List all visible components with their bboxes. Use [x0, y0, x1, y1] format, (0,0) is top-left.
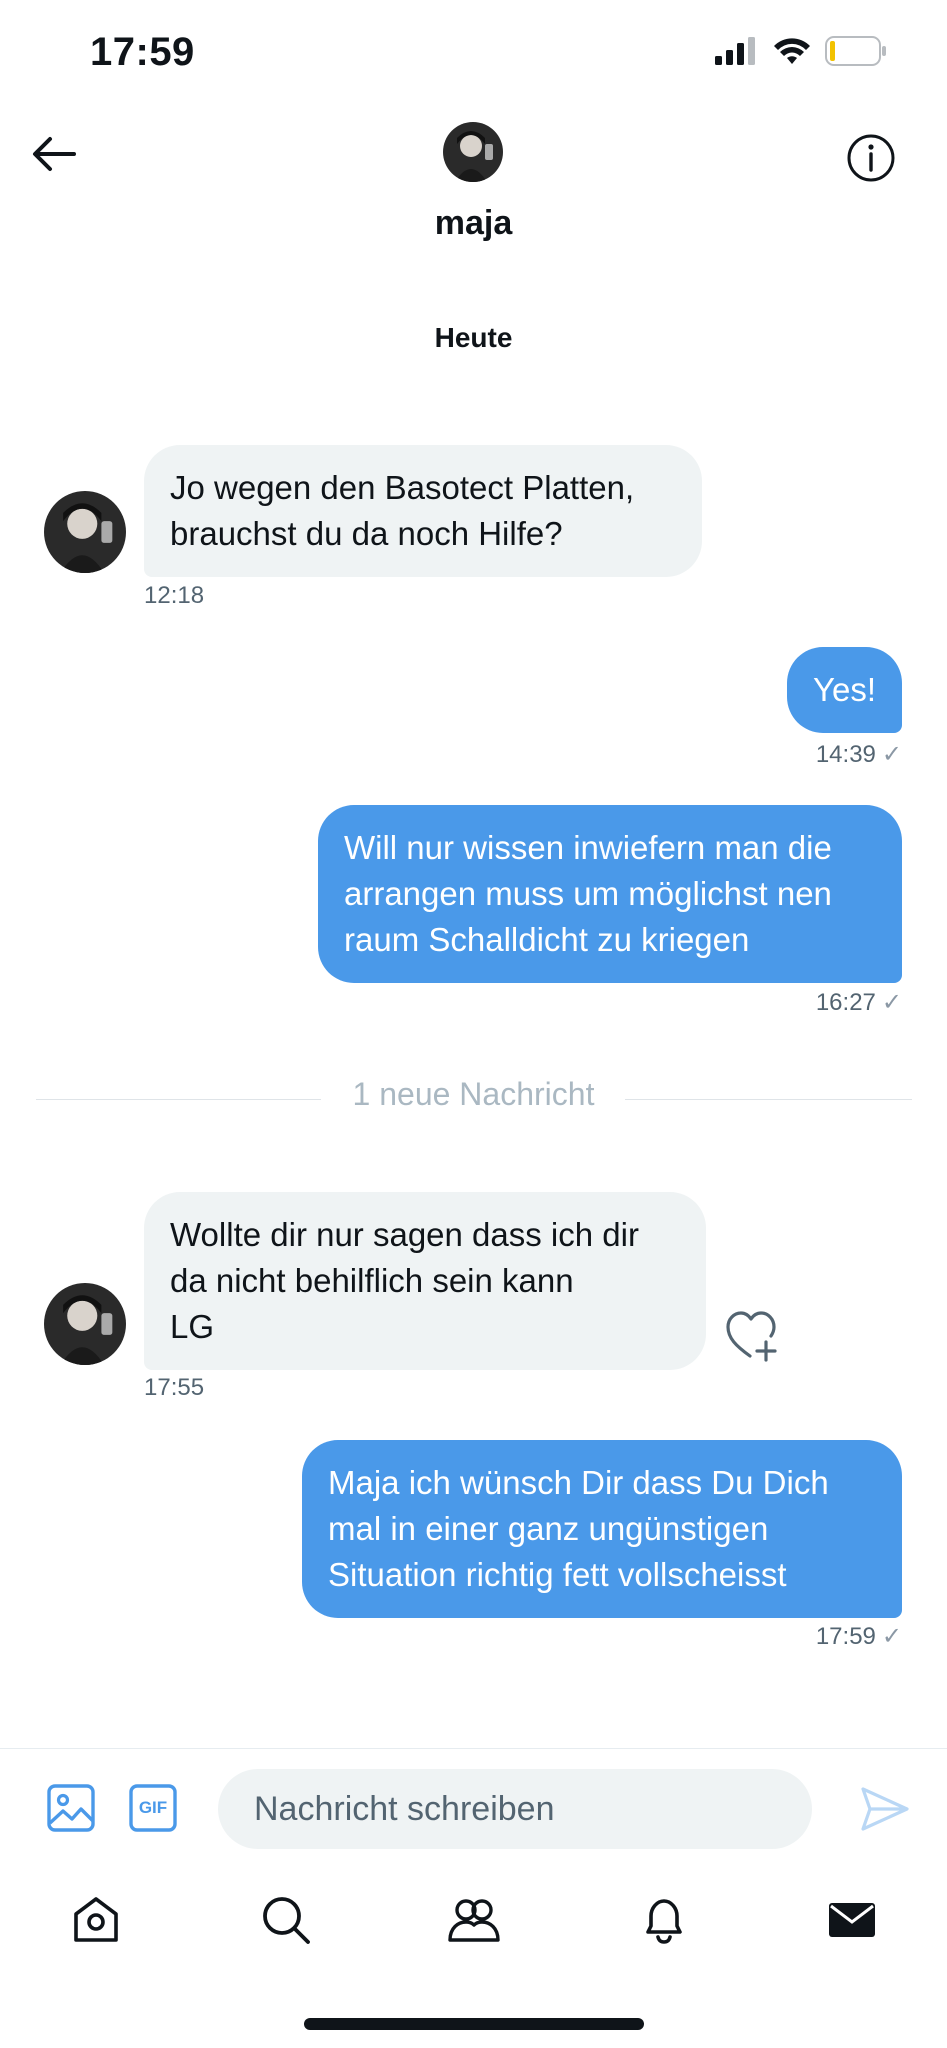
message-line: Situation richtig fett vollscheisst [328, 1556, 787, 1593]
message-time: 16:27 [815, 989, 876, 1016]
tab-notifications[interactable] [634, 1890, 694, 1950]
battery-icon [825, 36, 886, 66]
message-line: raum Schalldicht zu kriegen [344, 921, 750, 958]
tab-home[interactable] [66, 1890, 126, 1950]
message-line: Yes! [812, 671, 876, 708]
sent-check-icon: ✓ [881, 1623, 902, 1650]
contact-name[interactable]: maja [0, 204, 947, 243]
message-line: Wollte dir nur sagen dass ich dir [170, 1216, 639, 1253]
home-icon [74, 1897, 118, 1942]
gif-label: GIF [138, 1798, 168, 1817]
message-meta: 14:39 ✓ [816, 740, 902, 769]
message-bubble-incoming[interactable]: Wollte dir nur sagen dass ich dir da nic… [144, 1192, 706, 1370]
cellular-signal-icon [715, 37, 755, 65]
message-input[interactable] [218, 1769, 812, 1849]
back-button[interactable] [28, 128, 80, 180]
message-line: arrangen muss um möglichst nen [344, 875, 832, 912]
wifi-icon [774, 38, 810, 64]
tab-bar [0, 1872, 947, 1962]
messages-icon [829, 1903, 875, 1937]
status-icons [715, 36, 887, 66]
day-label: Heute [434, 322, 513, 353]
sent-check-icon: ✓ [881, 989, 902, 1016]
conversation-header: maja [0, 110, 947, 270]
message-bubble-outgoing[interactable]: Will nur wissen inwiefern man die arrang… [318, 805, 902, 983]
avatar-image [44, 1283, 126, 1365]
avatar-image [44, 491, 126, 573]
new-message-divider: 1 neue Nachricht [352, 1076, 595, 1112]
message-bubble-outgoing[interactable]: Yes! [786, 647, 902, 733]
image-icon [47, 1784, 95, 1832]
message-time: 12:18 [144, 582, 205, 609]
sent-check-icon: ✓ [881, 741, 902, 768]
message-bubble-outgoing[interactable]: Maja ich wünsch Dir dass Du Dich mal in … [302, 1440, 902, 1618]
message-line: da nicht behilflich sein kann [170, 1262, 574, 1299]
message-meta: 16:27 ✓ [816, 988, 902, 1017]
notifications-icon [646, 1899, 682, 1944]
status-bar: 17:59 [0, 0, 947, 110]
message-line: LG [170, 1308, 215, 1345]
message-line: brauchst du da noch Hilfe? [170, 515, 563, 552]
message-time: 14:39 [815, 741, 876, 768]
tab-communities[interactable] [444, 1890, 504, 1950]
avatar-image [443, 122, 503, 182]
message-time: 17:55 [144, 1374, 205, 1401]
communities-icon [448, 1899, 500, 1942]
status-time: 17:59 [90, 30, 195, 74]
message-line: Maja ich wünsch Dir dass Du Dich [328, 1464, 829, 1501]
message-meta: 17:59 ✓ [816, 1622, 902, 1651]
tab-messages[interactable] [822, 1890, 882, 1950]
message-line: Jo wegen den Basotect Platten, [170, 469, 635, 506]
add-image-button[interactable] [44, 1781, 98, 1835]
search-icon [263, 1897, 310, 1944]
message-time: 17:59 [815, 1623, 876, 1650]
home-indicator[interactable] [304, 2018, 644, 2030]
avatar[interactable] [44, 491, 126, 573]
send-icon [861, 1787, 909, 1831]
heart-plus-icon [726, 1311, 777, 1362]
add-gif-button[interactable]: GIF [126, 1781, 180, 1835]
info-button[interactable] [841, 128, 901, 188]
message-composer: GIF [0, 1748, 947, 1868]
message-bubble-incoming[interactable]: Jo wegen den Basotect Platten, brauchst … [144, 445, 702, 577]
tab-search[interactable] [256, 1890, 316, 1950]
send-button[interactable] [855, 1779, 915, 1839]
avatar[interactable] [44, 1283, 126, 1365]
like-button[interactable] [724, 1308, 780, 1364]
message-line: mal in einer ganz ungünstigen [328, 1510, 769, 1547]
message-line: Will nur wissen inwiefern man die [344, 829, 832, 866]
back-arrow-icon [33, 137, 76, 171]
header-avatar[interactable] [443, 122, 503, 182]
info-icon [847, 134, 895, 182]
